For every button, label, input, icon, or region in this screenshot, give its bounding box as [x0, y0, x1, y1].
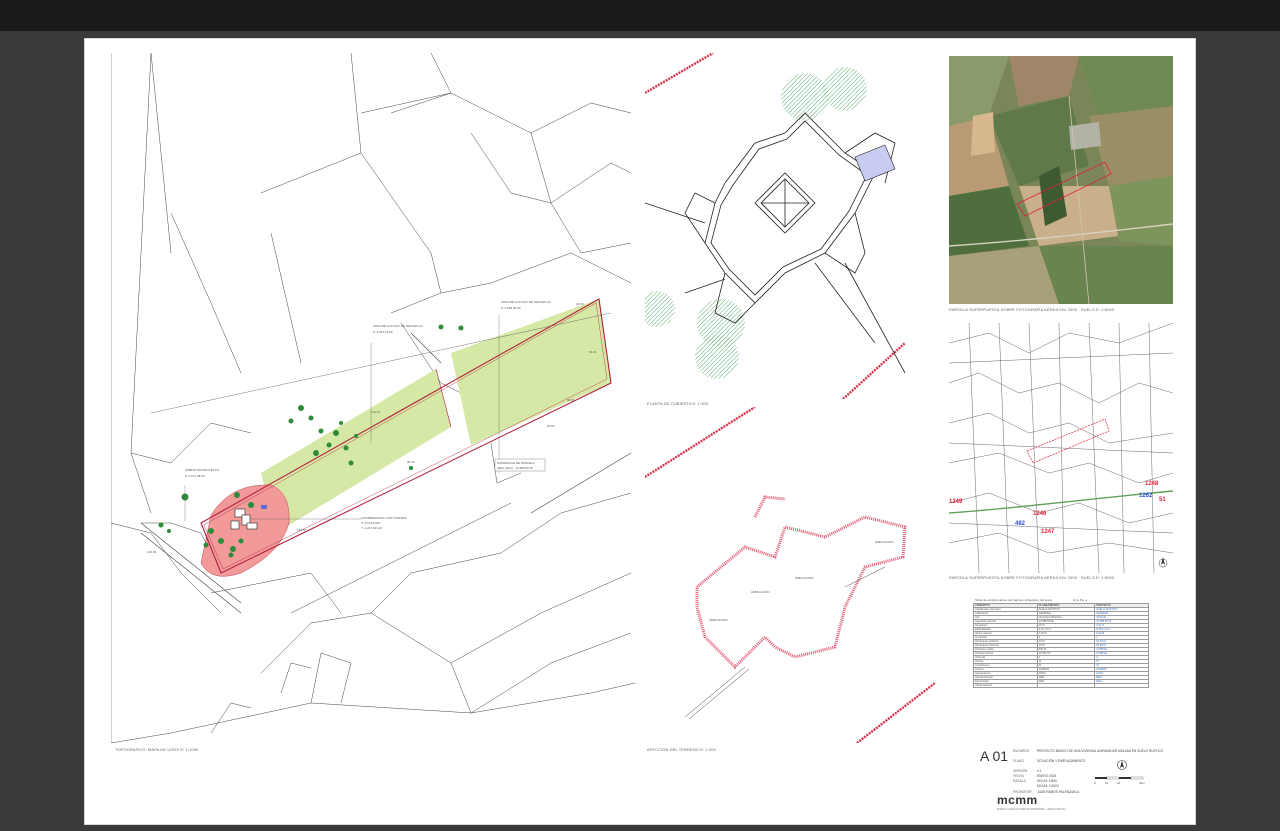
- roof-plan-drawing: [645, 53, 906, 399]
- cadastre-label-1246: 1246: [1033, 511, 1047, 517]
- coord-x: X: 273.213,80: [361, 521, 380, 525]
- cadastre-label-51: 51: [1159, 497, 1166, 503]
- roof-pool: [854, 144, 896, 182]
- cadastre-caption: PARCELA SUPERPUESTA SOBRE FOTOGRAFÍA AÉR…: [949, 575, 1115, 580]
- escala-label: ESCALA: [1013, 779, 1026, 783]
- params-table-row: Observaciones: [973, 683, 1149, 688]
- office-logo-subtitle: MARIO CARLOS MARTÍN MARTÍNEZ · ARQUITECT…: [997, 807, 1066, 811]
- cultivation-zone-2: [451, 299, 611, 445]
- plot-area-value: (REC GRU) : 12.985,50 M²: [497, 466, 533, 470]
- params-table-cell: [1036, 683, 1096, 688]
- dim-label-6: 50.21: [589, 350, 597, 354]
- plano-value: SITUACIÓN Y EMPLAZAMIENTO: [1037, 759, 1086, 763]
- scale-bar-icon: 0 10 20 30m: [1094, 776, 1145, 785]
- cadastre-label-1249: 1249: [949, 499, 963, 505]
- title-block: A 01 ENCARGO PROYECTO BÁSICO DE UNA VIVI…: [975, 743, 1185, 823]
- params-table-cell: Observaciones: [973, 683, 1038, 688]
- office-logo: mcmm: [997, 793, 1038, 807]
- terrain-label-4: AMPLIACIÓN: [875, 539, 894, 544]
- sheet-number: A 01: [980, 748, 1009, 764]
- scale-tick-20: 20: [1117, 781, 1121, 785]
- drawing-sheet: 126.84 129.87 110.32 98.44 32.65 50.21 2…: [84, 38, 1196, 825]
- coords-label: COORDENADAS UTM VIVIENDA: [361, 516, 407, 520]
- dim-label-3: 110.32: [371, 410, 380, 414]
- site-plan-drawing: 126.84 129.87 110.32 98.44 32.65 50.21 2…: [111, 53, 635, 743]
- roof-outline: [645, 112, 906, 374]
- zone-1-area: S: 4.827,12 M²: [373, 330, 393, 334]
- dim-label-8: 32.56: [567, 398, 575, 402]
- terrain-label-3: AMPLIACIÓN: [795, 575, 814, 580]
- dim-label-2: 129.87: [297, 528, 307, 532]
- version-value: 0.1: [1037, 769, 1042, 773]
- terrain-label-1: AMPLIACIÓN: [709, 617, 728, 622]
- project-area-value: S: 2.271,38 M²: [185, 474, 205, 478]
- fecha-label: FECHA: [1013, 774, 1024, 778]
- version-label: VERSIÓN: [1013, 769, 1028, 773]
- dim-label-1: 126.84: [147, 550, 157, 554]
- cadastre-map: 1248 1249 1246 482 1247 1262 51: [949, 323, 1173, 573]
- north-arrow-icon: [1117, 760, 1127, 770]
- escala-value-2: DIN A3: 1/1000: [1037, 784, 1059, 788]
- promotor-value: JUAN RAMOS PALENZUELA: [1037, 790, 1080, 794]
- dim-label-4: 98.44: [407, 460, 415, 464]
- zone-2-label: ZONA DE CULTIVO DE SECANO (2): [501, 300, 551, 304]
- encargo-value: PROYECTO BÁSICO DE UNA VIVIENDA UNIFAMIL…: [1037, 749, 1164, 753]
- terrain-plan: AMPLIACIÓN AMPLIACIÓN AMPLIACIÓN AMPLIAC…: [645, 407, 937, 743]
- encargo-label: ENCARGO: [1013, 749, 1030, 753]
- aerial-photo-image: [949, 56, 1173, 304]
- cadastre-drawing: 1248 1249 1246 482 1247 1262 51: [949, 323, 1173, 573]
- cadastre-label-482: 482: [1015, 521, 1026, 527]
- aerial-caption: PARCELA SUPERPUESTA SOBRE FOTOGRAFÍA AÉR…: [949, 307, 1115, 312]
- escala-value-1: DIN A3: 1/500: [1037, 779, 1057, 783]
- params-table-cell: [1094, 683, 1149, 688]
- fecha-value: ENERO 2024: [1037, 774, 1057, 778]
- terrain-drawing: AMPLIACIÓN AMPLIACIÓN AMPLIACIÓN AMPLIAC…: [645, 407, 936, 743]
- cadastre-label-1248: 1248: [1145, 481, 1159, 487]
- hatched-trees: [645, 67, 867, 379]
- dim-label-7: 20.94: [547, 424, 555, 428]
- zone-1-label: ZONA DE CULTIVO DE SECANO (1): [373, 324, 423, 328]
- project-area-label: ÁMBITO DE PROYECTO: [185, 468, 220, 472]
- coord-y: Y: 4.247.191,20: [361, 526, 382, 530]
- pool: [261, 505, 267, 509]
- dim-label-5: 32.65: [576, 302, 584, 306]
- viewer-top-bar: [0, 0, 1280, 31]
- terrain-footprint: [695, 495, 907, 670]
- site-plan: 126.84 129.87 110.32 98.44 32.65 50.21 2…: [111, 53, 635, 743]
- zone-2-area: S: 4.865,46 M²: [501, 306, 521, 310]
- terrain-caption: AFECCIÓN DEL TERRENO E: 1:200: [647, 747, 716, 752]
- scale-tick-0: 0: [1094, 781, 1096, 785]
- cadastre-label-1247: 1247: [1041, 529, 1055, 535]
- plano-label: PLANO: [1013, 759, 1024, 763]
- cultivation-zone-1: [261, 369, 451, 533]
- roof-plan: [645, 53, 937, 399]
- scale-tick-10: 10: [1105, 781, 1109, 785]
- roof-plan-caption: PLANTA DE CUBIERTA E: 1:200: [647, 401, 709, 406]
- terrain-label-2: AMPLIACIÓN: [751, 589, 770, 594]
- site-plan-caption: TOPOGRAFICO: MAPA DE USOS E: 1:1000: [115, 747, 199, 752]
- cadastre-label-1262: 1262: [1139, 493, 1153, 499]
- urban-parameters-table: Tabla de condicionantes del régimen urba…: [973, 597, 1149, 723]
- aerial-photo: [949, 56, 1173, 304]
- scale-tick-30: 30m: [1139, 781, 1145, 785]
- plot-area-label: SUPERFICIE DE PARCELA: [497, 461, 535, 465]
